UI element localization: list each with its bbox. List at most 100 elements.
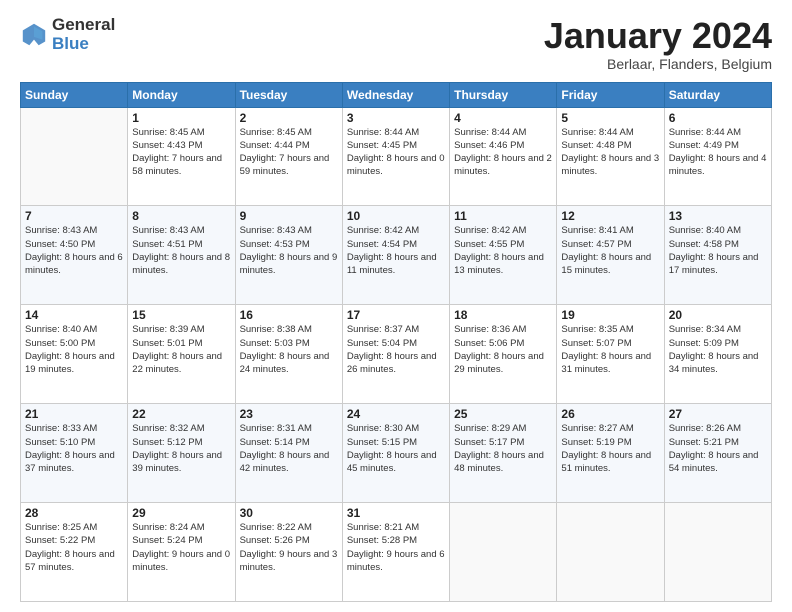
calendar-day: 28 Sunrise: 8:25 AMSunset: 5:22 PMDaylig… — [21, 503, 128, 602]
day-info: Sunrise: 8:40 AMSunset: 4:58 PMDaylight:… — [669, 224, 767, 277]
calendar-day: 14 Sunrise: 8:40 AMSunset: 5:00 PMDaylig… — [21, 305, 128, 404]
calendar-body: 1 Sunrise: 8:45 AMSunset: 4:43 PMDayligh… — [21, 107, 772, 601]
day-info: Sunrise: 8:27 AMSunset: 5:19 PMDaylight:… — [561, 422, 659, 475]
day-number: 2 — [240, 111, 338, 125]
day-number: 20 — [669, 308, 767, 322]
day-number: 9 — [240, 209, 338, 223]
day-number: 25 — [454, 407, 552, 421]
logo-icon — [20, 21, 48, 49]
calendar-day: 29 Sunrise: 8:24 AMSunset: 5:24 PMDaylig… — [128, 503, 235, 602]
calendar-day: 21 Sunrise: 8:33 AMSunset: 5:10 PMDaylig… — [21, 404, 128, 503]
day-number: 16 — [240, 308, 338, 322]
day-info: Sunrise: 8:21 AMSunset: 5:28 PMDaylight:… — [347, 521, 445, 574]
day-number: 7 — [25, 209, 123, 223]
calendar-week-2: 14 Sunrise: 8:40 AMSunset: 5:00 PMDaylig… — [21, 305, 772, 404]
main-title: January 2024 — [544, 16, 772, 56]
day-number: 24 — [347, 407, 445, 421]
calendar-day: 20 Sunrise: 8:34 AMSunset: 5:09 PMDaylig… — [664, 305, 771, 404]
calendar-day: 31 Sunrise: 8:21 AMSunset: 5:28 PMDaylig… — [342, 503, 449, 602]
day-number: 18 — [454, 308, 552, 322]
day-info: Sunrise: 8:26 AMSunset: 5:21 PMDaylight:… — [669, 422, 767, 475]
calendar-day — [450, 503, 557, 602]
col-tuesday: Tuesday — [235, 82, 342, 107]
day-info: Sunrise: 8:44 AMSunset: 4:49 PMDaylight:… — [669, 126, 767, 179]
day-number: 21 — [25, 407, 123, 421]
col-monday: Monday — [128, 82, 235, 107]
day-info: Sunrise: 8:29 AMSunset: 5:17 PMDaylight:… — [454, 422, 552, 475]
calendar-day: 30 Sunrise: 8:22 AMSunset: 5:26 PMDaylig… — [235, 503, 342, 602]
day-info: Sunrise: 8:37 AMSunset: 5:04 PMDaylight:… — [347, 323, 445, 376]
day-number: 8 — [132, 209, 230, 223]
calendar-day: 27 Sunrise: 8:26 AMSunset: 5:21 PMDaylig… — [664, 404, 771, 503]
header: General Blue January 2024 Berlaar, Fland… — [20, 16, 772, 72]
day-number: 26 — [561, 407, 659, 421]
day-info: Sunrise: 8:30 AMSunset: 5:15 PMDaylight:… — [347, 422, 445, 475]
calendar-day: 13 Sunrise: 8:40 AMSunset: 4:58 PMDaylig… — [664, 206, 771, 305]
calendar-day: 12 Sunrise: 8:41 AMSunset: 4:57 PMDaylig… — [557, 206, 664, 305]
day-number: 1 — [132, 111, 230, 125]
page: General Blue January 2024 Berlaar, Fland… — [0, 0, 792, 612]
day-info: Sunrise: 8:44 AMSunset: 4:48 PMDaylight:… — [561, 126, 659, 179]
day-info: Sunrise: 8:25 AMSunset: 5:22 PMDaylight:… — [25, 521, 123, 574]
day-number: 19 — [561, 308, 659, 322]
day-number: 4 — [454, 111, 552, 125]
calendar-day: 23 Sunrise: 8:31 AMSunset: 5:14 PMDaylig… — [235, 404, 342, 503]
day-info: Sunrise: 8:42 AMSunset: 4:55 PMDaylight:… — [454, 224, 552, 277]
day-number: 13 — [669, 209, 767, 223]
day-info: Sunrise: 8:22 AMSunset: 5:26 PMDaylight:… — [240, 521, 338, 574]
calendar-day: 17 Sunrise: 8:37 AMSunset: 5:04 PMDaylig… — [342, 305, 449, 404]
col-friday: Friday — [557, 82, 664, 107]
calendar-day: 3 Sunrise: 8:44 AMSunset: 4:45 PMDayligh… — [342, 107, 449, 206]
logo-general-text: General — [52, 16, 115, 35]
calendar-day: 11 Sunrise: 8:42 AMSunset: 4:55 PMDaylig… — [450, 206, 557, 305]
calendar-day: 6 Sunrise: 8:44 AMSunset: 4:49 PMDayligh… — [664, 107, 771, 206]
header-row: Sunday Monday Tuesday Wednesday Thursday… — [21, 82, 772, 107]
day-info: Sunrise: 8:34 AMSunset: 5:09 PMDaylight:… — [669, 323, 767, 376]
calendar-day: 1 Sunrise: 8:45 AMSunset: 4:43 PMDayligh… — [128, 107, 235, 206]
calendar-day: 15 Sunrise: 8:39 AMSunset: 5:01 PMDaylig… — [128, 305, 235, 404]
day-info: Sunrise: 8:45 AMSunset: 4:43 PMDaylight:… — [132, 126, 230, 179]
calendar-day: 16 Sunrise: 8:38 AMSunset: 5:03 PMDaylig… — [235, 305, 342, 404]
day-number: 6 — [669, 111, 767, 125]
day-info: Sunrise: 8:45 AMSunset: 4:44 PMDaylight:… — [240, 126, 338, 179]
day-number: 28 — [25, 506, 123, 520]
day-number: 29 — [132, 506, 230, 520]
day-number: 10 — [347, 209, 445, 223]
day-number: 3 — [347, 111, 445, 125]
calendar-day: 26 Sunrise: 8:27 AMSunset: 5:19 PMDaylig… — [557, 404, 664, 503]
col-sunday: Sunday — [21, 82, 128, 107]
calendar-header: Sunday Monday Tuesday Wednesday Thursday… — [21, 82, 772, 107]
day-info: Sunrise: 8:41 AMSunset: 4:57 PMDaylight:… — [561, 224, 659, 277]
title-block: January 2024 Berlaar, Flanders, Belgium — [544, 16, 772, 72]
calendar-week-0: 1 Sunrise: 8:45 AMSunset: 4:43 PMDayligh… — [21, 107, 772, 206]
col-thursday: Thursday — [450, 82, 557, 107]
day-number: 5 — [561, 111, 659, 125]
day-number: 23 — [240, 407, 338, 421]
calendar-day: 10 Sunrise: 8:42 AMSunset: 4:54 PMDaylig… — [342, 206, 449, 305]
col-wednesday: Wednesday — [342, 82, 449, 107]
calendar-day: 22 Sunrise: 8:32 AMSunset: 5:12 PMDaylig… — [128, 404, 235, 503]
calendar-day: 24 Sunrise: 8:30 AMSunset: 5:15 PMDaylig… — [342, 404, 449, 503]
logo-blue-text: Blue — [52, 35, 115, 54]
calendar-week-3: 21 Sunrise: 8:33 AMSunset: 5:10 PMDaylig… — [21, 404, 772, 503]
calendar-day: 5 Sunrise: 8:44 AMSunset: 4:48 PMDayligh… — [557, 107, 664, 206]
day-info: Sunrise: 8:32 AMSunset: 5:12 PMDaylight:… — [132, 422, 230, 475]
calendar-day: 7 Sunrise: 8:43 AMSunset: 4:50 PMDayligh… — [21, 206, 128, 305]
calendar-day: 9 Sunrise: 8:43 AMSunset: 4:53 PMDayligh… — [235, 206, 342, 305]
calendar-day — [21, 107, 128, 206]
day-number: 27 — [669, 407, 767, 421]
day-info: Sunrise: 8:24 AMSunset: 5:24 PMDaylight:… — [132, 521, 230, 574]
calendar-day: 25 Sunrise: 8:29 AMSunset: 5:17 PMDaylig… — [450, 404, 557, 503]
day-info: Sunrise: 8:40 AMSunset: 5:00 PMDaylight:… — [25, 323, 123, 376]
day-info: Sunrise: 8:31 AMSunset: 5:14 PMDaylight:… — [240, 422, 338, 475]
day-number: 22 — [132, 407, 230, 421]
calendar-week-1: 7 Sunrise: 8:43 AMSunset: 4:50 PMDayligh… — [21, 206, 772, 305]
day-info: Sunrise: 8:42 AMSunset: 4:54 PMDaylight:… — [347, 224, 445, 277]
day-number: 31 — [347, 506, 445, 520]
subtitle: Berlaar, Flanders, Belgium — [544, 56, 772, 72]
calendar-day — [557, 503, 664, 602]
logo-text: General Blue — [52, 16, 115, 53]
day-number: 14 — [25, 308, 123, 322]
calendar-day: 2 Sunrise: 8:45 AMSunset: 4:44 PMDayligh… — [235, 107, 342, 206]
calendar-day: 4 Sunrise: 8:44 AMSunset: 4:46 PMDayligh… — [450, 107, 557, 206]
